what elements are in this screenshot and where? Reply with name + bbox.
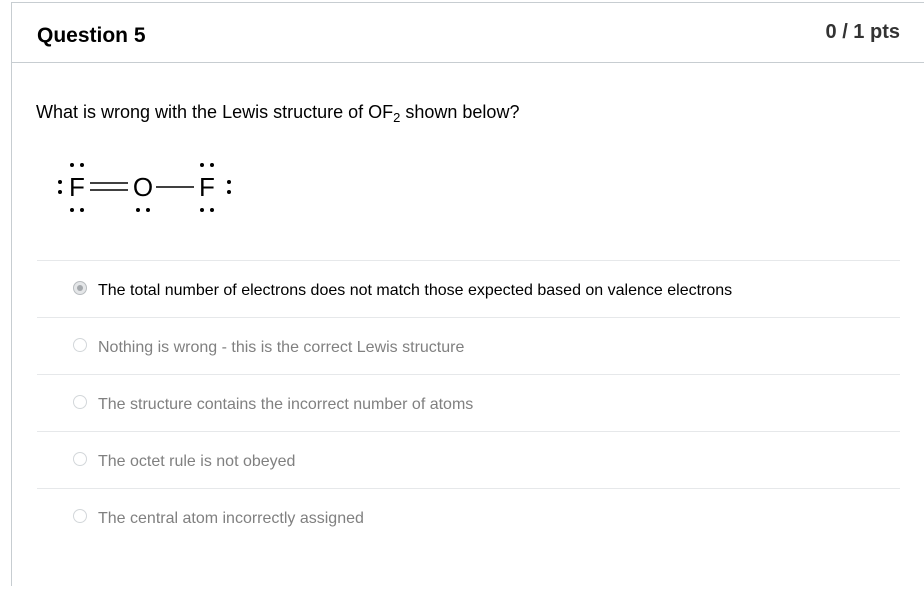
lone-pair-dot	[80, 163, 84, 167]
lone-pair-dot	[227, 190, 231, 194]
answer-label: Nothing is wrong - this is the correct L…	[98, 339, 465, 356]
radio-icon[interactable]	[73, 452, 87, 466]
radio-icon[interactable]	[73, 509, 87, 523]
lone-pair-dot	[70, 163, 74, 167]
answer-option[interactable]: The central atom incorrectly assigned	[37, 488, 900, 545]
lone-pair-dot	[58, 190, 62, 194]
question-text-end: shown below?	[400, 102, 520, 122]
radio-icon[interactable]	[73, 395, 87, 409]
atom-right: F	[199, 172, 215, 202]
lone-pair-dot	[58, 180, 62, 184]
atom-left: F	[69, 172, 85, 202]
answer-label: The structure contains the incorrect num…	[98, 396, 474, 413]
question-points: 0 / 1 pts	[825, 21, 900, 43]
lone-pair-dot	[146, 208, 150, 212]
answer-option[interactable]: The octet rule is not obeyed	[37, 431, 900, 488]
question-text-main: What is wrong with the Lewis structure o…	[36, 102, 394, 122]
question-header: Question 5 0 / 1 pts	[12, 3, 924, 63]
atom-center: O	[133, 172, 153, 202]
answer-label: The central atom incorrectly assigned	[98, 510, 364, 527]
answer-label: The total number of electrons does not m…	[98, 282, 733, 299]
lewis-structure-image: F O F	[58, 163, 231, 212]
answer-label: The octet rule is not obeyed	[98, 453, 296, 470]
radio-selected-icon[interactable]	[73, 281, 87, 295]
lone-pair-dot	[210, 208, 214, 212]
question-text: What is wrong with the Lewis structure o…	[36, 102, 519, 125]
question-title: Question 5	[37, 24, 146, 47]
lone-pair-dot	[136, 208, 140, 212]
lone-pair-dot	[227, 180, 231, 184]
radio-icon[interactable]	[73, 338, 87, 352]
lone-pair-dot	[210, 163, 214, 167]
lone-pair-dot	[70, 208, 74, 212]
lone-pair-dot	[200, 163, 204, 167]
lone-pair-dot	[80, 208, 84, 212]
answer-list: The total number of electrons does not m…	[37, 260, 900, 545]
answer-option[interactable]: The structure contains the incorrect num…	[37, 374, 900, 431]
lone-pair-dot	[200, 208, 204, 212]
answer-option[interactable]: The total number of electrons does not m…	[37, 260, 900, 317]
answer-option[interactable]: Nothing is wrong - this is the correct L…	[37, 317, 900, 374]
